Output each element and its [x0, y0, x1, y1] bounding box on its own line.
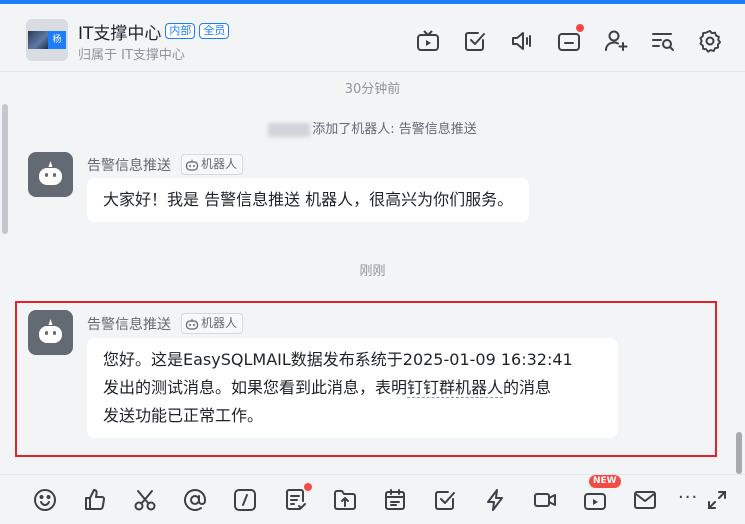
tv-icon[interactable]: [415, 28, 441, 54]
group-avatar-image: [28, 31, 48, 49]
blurred-username: [268, 122, 311, 137]
left-scrollbar[interactable]: [2, 104, 8, 234]
tray-icon[interactable]: [556, 24, 584, 54]
message-text: 大家好！我是 告警信息推送 机器人，很高兴为你们服务。: [103, 190, 514, 209]
badge-all-members: 全员: [199, 23, 230, 39]
input-toolbar: NEW ···: [0, 474, 745, 524]
add-person-icon[interactable]: [603, 28, 629, 54]
robot-icon: [39, 161, 62, 185]
bot-avatar[interactable]: [28, 152, 73, 197]
message-sender-row: 告警信息推送 机器人: [87, 154, 244, 175]
system-message-text: 添加了机器人: 告警信息推送: [312, 122, 477, 137]
more-icon[interactable]: ···: [678, 487, 698, 508]
checkbox-icon[interactable]: [462, 28, 488, 54]
chat-scrollbar-thumb[interactable]: [736, 432, 742, 474]
group-avatar[interactable]: 杨: [26, 19, 68, 61]
bot-tag: 机器人: [181, 154, 244, 175]
chat-area: 30分钟前 添加了机器人: 告警信息推送 告警信息推送 机器人 大家好！我是 告…: [0, 72, 745, 468]
group-avatar-tag: 杨: [48, 31, 66, 49]
sender-name[interactable]: 告警信息推送: [87, 155, 171, 175]
new-badge: NEW: [589, 475, 621, 488]
header-toolbar: [415, 24, 723, 54]
input-toolbar-icons: NEW: [32, 475, 658, 513]
badge-internal: 内部: [165, 23, 196, 39]
doc-icon[interactable]: [282, 483, 312, 513]
scissors-icon[interactable]: [132, 487, 158, 513]
highlight-box: [15, 301, 717, 457]
slash-command-icon[interactable]: [232, 487, 258, 513]
mail-icon[interactable]: [632, 487, 658, 513]
message-bubble[interactable]: 大家好！我是 告警信息推送 机器人，很高兴为你们服务。: [87, 178, 530, 222]
at-icon[interactable]: [182, 487, 208, 513]
emoji-icon[interactable]: [32, 487, 58, 513]
title-row: IT支撑中心 内部 全员: [78, 19, 230, 44]
small-robot-icon: [185, 159, 199, 171]
group-subtitle[interactable]: 归属于 IT支撑中心: [78, 44, 185, 63]
system-message: 添加了机器人: 告警信息推送: [0, 118, 745, 137]
bot-tag-label: 机器人: [201, 157, 238, 171]
search-list-icon[interactable]: [650, 28, 676, 54]
chat-header: 杨 IT支撑中心 内部 全员 归属于 IT支撑中心: [0, 4, 745, 72]
lightning-icon[interactable]: [482, 487, 508, 513]
notification-dot: [576, 24, 584, 32]
expand-icon[interactable]: [706, 489, 728, 511]
task-check-icon[interactable]: [432, 487, 458, 513]
doc-notification-dot: [304, 483, 312, 491]
time-separator: 刚刚: [359, 264, 386, 279]
settings-icon[interactable]: [697, 28, 723, 54]
video-icon[interactable]: [532, 487, 558, 513]
live-icon[interactable]: NEW: [582, 475, 621, 513]
speaker-icon[interactable]: [509, 28, 535, 54]
upload-icon[interactable]: [332, 487, 358, 513]
calendar-icon[interactable]: [382, 487, 408, 513]
time-separator: 30分钟前: [344, 82, 401, 97]
thumbs-up-icon[interactable]: [82, 487, 108, 513]
group-title[interactable]: IT支撑中心: [78, 19, 161, 44]
